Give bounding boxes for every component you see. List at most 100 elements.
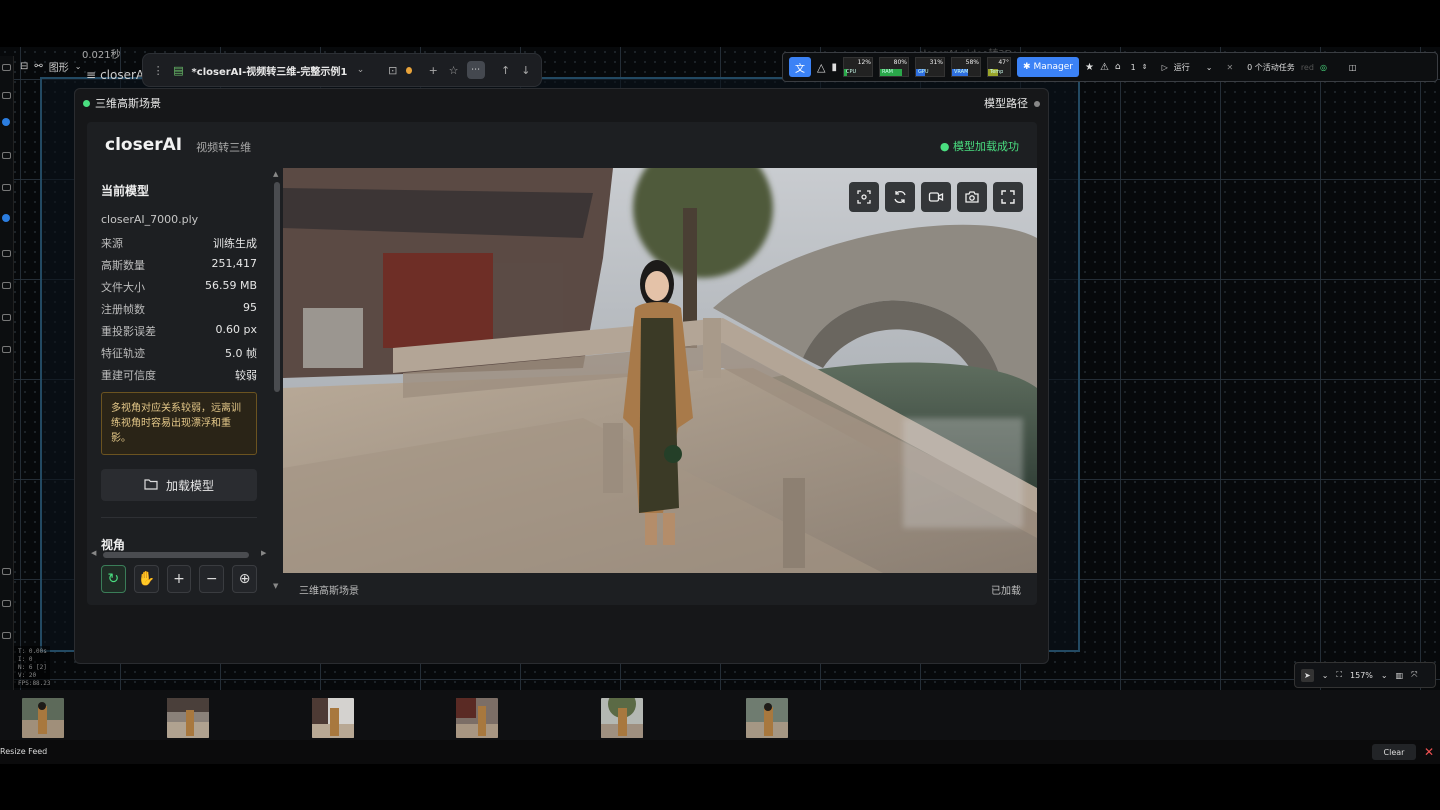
templates-icon[interactable] <box>2 282 11 289</box>
reset-view-button[interactable] <box>885 182 915 212</box>
translate-icon[interactable]: 文 <box>789 57 811 77</box>
menu-icon[interactable] <box>2 64 11 71</box>
workflow-tab-title[interactable]: *closerAI-视频转三维-完整示例1 <box>192 63 348 78</box>
help-icon[interactable] <box>2 568 11 575</box>
workflow-icon[interactable] <box>2 250 11 257</box>
scroll-thumb[interactable] <box>274 182 280 392</box>
chevron-down-icon[interactable]: ⌄ <box>1206 63 1213 72</box>
close-icon[interactable]: ✕ <box>1226 63 1233 72</box>
run-button[interactable]: 运行 <box>1174 62 1190 73</box>
output-dot[interactable] <box>1034 101 1040 107</box>
feed-thumbnail[interactable] <box>746 698 788 738</box>
resize-feed-label[interactable]: Resize Feed <box>0 747 47 756</box>
stepper-icon[interactable]: ⇕ <box>1142 63 1148 71</box>
node-output: 模型路径 <box>984 95 1040 111</box>
arrow-down-icon[interactable]: ↓ <box>519 64 533 77</box>
settings-icon[interactable] <box>2 346 11 353</box>
drag-handle-icon[interactable]: ⋮ <box>151 64 165 77</box>
model-icon[interactable]: ⚠ <box>1100 62 1109 73</box>
prop-value: 56.59 MB <box>204 279 257 292</box>
user-icon[interactable]: ⌂ <box>1115 62 1121 72</box>
scroll-left-icon[interactable]: ◀ <box>91 549 96 557</box>
feed-thumbnail[interactable] <box>601 698 643 738</box>
sidebar-horizontal-scrollbar[interactable]: ◀ ▶ <box>91 547 271 559</box>
manager-label: Manager <box>1033 62 1073 72</box>
pointer-icon[interactable]: ➤ <box>1301 668 1314 682</box>
brand-title: closerAI <box>105 135 183 155</box>
zoom-in-button[interactable]: + <box>166 565 192 593</box>
chevron-down-icon[interactable]: ⌄ <box>75 62 82 71</box>
prop-value: 251,417 <box>211 257 258 270</box>
panel-toggle-icon[interactable]: ◫ <box>1349 63 1357 72</box>
zoom-level[interactable]: 157% <box>1350 671 1373 680</box>
brush-icon[interactable]: △ <box>817 61 825 74</box>
play-icon[interactable]: ▷ <box>1162 63 1168 72</box>
gaussian-scene-node[interactable]: 三维高斯场景 模型路径 closerAI 视频转三维 ● 模型加载成功 当前模型… <box>74 88 1049 664</box>
clear-button[interactable]: Clear <box>1372 744 1416 760</box>
scroll-down-icon[interactable]: ▼ <box>273 582 278 590</box>
chevron-down-icon[interactable]: ⌄ <box>1381 671 1388 680</box>
console-icon[interactable] <box>2 632 11 639</box>
node-library-icon[interactable] <box>2 184 11 191</box>
scroll-right-icon[interactable]: ▶ <box>261 549 266 557</box>
cloud-icon[interactable]: ◎ <box>1320 63 1327 72</box>
stat-time: T: 0.00s <box>18 648 47 655</box>
minimap-icon[interactable]: ▥ <box>1396 671 1404 680</box>
screenshot-button[interactable] <box>957 182 987 212</box>
scene-render[interactable] <box>283 168 1037 573</box>
record-button[interactable] <box>921 182 951 212</box>
feed-thumbnail[interactable] <box>312 698 354 738</box>
h-scroll-thumb[interactable] <box>103 552 249 558</box>
feed-thumbnail[interactable] <box>167 698 209 738</box>
keybind-icon[interactable] <box>2 600 11 607</box>
center-button[interactable]: ⊕ <box>232 565 257 593</box>
prop-value: 5.0 帧 <box>225 347 257 360</box>
history-icon[interactable] <box>2 92 11 99</box>
model-sidebar[interactable]: 当前模型 closerAI_7000.ply 来源 训练生成 高斯数量 251,41… <box>87 168 271 605</box>
load-model-button[interactable]: 加载模型 <box>101 469 257 501</box>
save-icon[interactable]: ⊡ <box>386 64 400 77</box>
vram-meter: 58% VRAM <box>950 57 981 77</box>
prop-row: 重投影误差 0.60 px <box>101 323 257 338</box>
scroll-up-icon[interactable]: ▲ <box>273 170 278 178</box>
chevron-down-icon[interactable]: ⌄ <box>1322 671 1329 680</box>
feed-thumbnail[interactable] <box>22 698 64 738</box>
hamburger-icon[interactable]: ≡ <box>86 68 96 82</box>
node-title: 三维高斯场景 <box>83 95 161 111</box>
arrow-up-icon[interactable]: ↑ <box>499 64 513 77</box>
fit-view-icon[interactable]: ⛶ <box>1336 670 1342 680</box>
bookmark-icon[interactable]: ▮ <box>831 62 837 73</box>
warning-box: 多视角对应关系较弱，远离训练视角时容易出现漂浮和重影。 <box>101 392 257 455</box>
badge-icon <box>2 118 10 126</box>
star-icon[interactable]: ★ <box>1085 62 1094 73</box>
link-visibility-icon[interactable]: ⤧ <box>1411 670 1417 680</box>
video-icon <box>928 192 944 202</box>
close-icon[interactable]: ✕ <box>1420 743 1438 761</box>
feed-thumbnail[interactable] <box>456 698 498 738</box>
image-feed <box>0 690 1440 740</box>
chevron-down-icon[interactable]: ⌄ <box>353 65 367 75</box>
manager-button[interactable]: ✱ Manager <box>1016 57 1079 77</box>
hand-icon: ✋ <box>137 571 155 587</box>
gaussian-viewport[interactable] <box>283 168 1037 573</box>
graph-menu[interactable]: 图形 <box>49 59 69 74</box>
canvas-zoom-controls: ➤ ⌄ ⛶ 157% ⌄ ▥ ⤧ <box>1294 662 1436 688</box>
orbit-button[interactable]: ↻ <box>101 565 126 593</box>
star-icon[interactable]: ☆ <box>446 64 460 77</box>
focus-button[interactable] <box>849 182 879 212</box>
queue-icon[interactable] <box>2 152 11 159</box>
fullscreen-button[interactable] <box>993 182 1023 212</box>
add-tab-icon[interactable]: + <box>426 64 440 77</box>
sidebar-vertical-scrollbar[interactable]: ▲ ▼ <box>271 168 283 590</box>
more-button[interactable]: ⋯ <box>466 61 485 79</box>
current-model-title: 当前模型 <box>101 184 150 198</box>
prop-row: 重建可信度 较弱 <box>101 367 257 382</box>
closerai-icon[interactable] <box>2 314 11 321</box>
zoom-out-button[interactable]: − <box>199 565 225 593</box>
prop-key: 高斯数量 <box>101 259 145 272</box>
pan-button[interactable]: ✋ <box>133 565 159 593</box>
input-dot[interactable] <box>83 100 90 107</box>
panel-icon[interactable]: ⊟ <box>20 61 28 72</box>
prop-row: 注册帧数 95 <box>101 301 257 316</box>
queue-count[interactable]: 1 <box>1131 63 1136 72</box>
